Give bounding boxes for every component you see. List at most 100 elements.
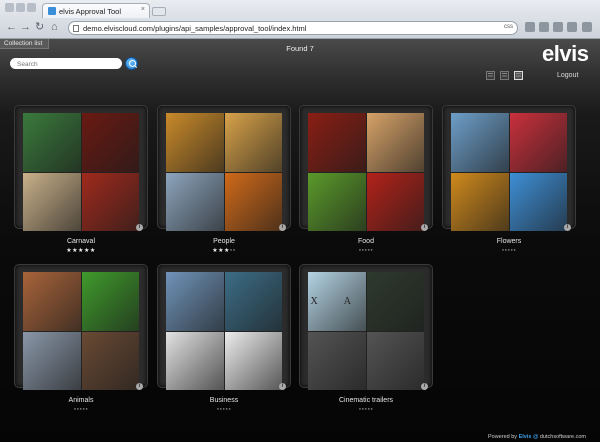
thumbnail-image bbox=[23, 272, 81, 331]
tab-title: elvis Approval Tool bbox=[59, 7, 121, 16]
back-button[interactable]: ← bbox=[6, 21, 17, 33]
collection-card[interactable]: i bbox=[157, 105, 291, 231]
thumbnail-mosaic bbox=[166, 272, 282, 390]
thumbnail-image bbox=[23, 172, 81, 231]
thumbnail-image bbox=[166, 172, 224, 231]
rating-stars[interactable]: ●●●●● bbox=[442, 247, 576, 254]
star-filled-icon[interactable]: ★ bbox=[90, 248, 96, 254]
css-indicator: css bbox=[504, 24, 513, 30]
extension-icon[interactable] bbox=[553, 22, 563, 32]
tab-close-icon[interactable]: × bbox=[141, 6, 145, 13]
rating-stars[interactable]: ●●●●● bbox=[157, 406, 291, 413]
extension-icon[interactable] bbox=[539, 22, 549, 32]
collection-title[interactable]: People bbox=[157, 238, 291, 245]
collection-title[interactable]: Animals bbox=[14, 397, 148, 404]
thumbnail-image bbox=[81, 272, 139, 331]
window-zoom-control[interactable] bbox=[27, 3, 36, 12]
thumbnail-image bbox=[166, 331, 224, 390]
window-close-control[interactable] bbox=[5, 3, 14, 12]
thumbnail-mosaic bbox=[23, 272, 139, 390]
thumbnail-image bbox=[166, 113, 224, 172]
thumbnail-image bbox=[366, 113, 424, 172]
star-empty-icon[interactable]: ● bbox=[370, 406, 373, 411]
rating-stars[interactable]: ★★★●● bbox=[157, 247, 291, 254]
new-tab-button[interactable] bbox=[152, 7, 166, 16]
info-icon[interactable]: i bbox=[136, 224, 143, 231]
thumbnail-image bbox=[308, 113, 366, 172]
thumbnail-image bbox=[509, 172, 567, 231]
info-icon[interactable]: i bbox=[421, 224, 428, 231]
rating-stars[interactable]: ●●●●● bbox=[14, 406, 148, 413]
thumbnail-image bbox=[166, 272, 224, 331]
star-empty-icon[interactable]: ● bbox=[233, 247, 236, 252]
rating-stars[interactable]: ●●●●● bbox=[299, 406, 433, 413]
tab-favicon-icon bbox=[48, 7, 56, 15]
thumbnail-image bbox=[451, 113, 509, 172]
elvis-logo: elvis bbox=[542, 41, 589, 66]
info-icon[interactable]: i bbox=[279, 224, 286, 231]
thumbnail-image bbox=[366, 272, 424, 331]
star-empty-icon[interactable]: ● bbox=[370, 247, 373, 252]
collection-title[interactable]: Cinematic trailers bbox=[299, 397, 433, 404]
star-empty-icon[interactable]: ● bbox=[85, 406, 88, 411]
extension-icon[interactable] bbox=[525, 22, 535, 32]
thumbnail-image bbox=[308, 172, 366, 231]
rating-stars[interactable]: ★★★★★ bbox=[14, 247, 148, 254]
collection-card[interactable]: i bbox=[442, 105, 576, 231]
thumbnail-image: X A bbox=[308, 272, 366, 331]
info-icon[interactable]: i bbox=[279, 383, 286, 390]
thumbnail-image bbox=[366, 172, 424, 231]
collection-card[interactable]: i bbox=[14, 105, 148, 231]
search-button[interactable] bbox=[125, 57, 138, 70]
thumbnail-image bbox=[81, 113, 139, 172]
page-icon bbox=[73, 25, 79, 32]
found-count: Found 7 bbox=[286, 44, 314, 53]
info-icon[interactable]: i bbox=[136, 383, 143, 390]
thumbnail-image bbox=[224, 272, 282, 331]
browser-tab[interactable]: elvis Approval Tool × bbox=[42, 3, 150, 18]
thumbnail-mosaic: X A bbox=[308, 272, 424, 390]
thumbnail-mosaic bbox=[23, 113, 139, 231]
thumbnail-image bbox=[451, 172, 509, 231]
reload-button[interactable]: ↻ bbox=[35, 21, 44, 33]
approval-tool-app: Collection list Found 7 elvis Logout iCa… bbox=[0, 39, 600, 442]
thumbnail-image bbox=[23, 113, 81, 172]
thumbnail-image bbox=[366, 331, 424, 390]
collection-card[interactable]: X A i bbox=[299, 264, 433, 390]
thumbnail-mosaic bbox=[308, 113, 424, 231]
wrench-icon[interactable] bbox=[582, 22, 592, 32]
collection-title[interactable]: Food bbox=[299, 238, 433, 245]
logout-link[interactable]: Logout bbox=[557, 72, 578, 79]
extension-icon[interactable] bbox=[567, 22, 577, 32]
thumbnail-image bbox=[23, 331, 81, 390]
browser-chrome: elvis Approval Tool × ← → ↻ ⌂ demo.elvis… bbox=[0, 0, 600, 39]
info-icon[interactable]: i bbox=[421, 383, 428, 390]
url-text: demo.elviscloud.com/plugins/api_samples/… bbox=[83, 24, 307, 33]
thumbnail-image bbox=[81, 172, 139, 231]
thumbnail-image bbox=[81, 331, 139, 390]
collection-title[interactable]: Flowers bbox=[442, 238, 576, 245]
forward-button[interactable]: → bbox=[20, 21, 31, 33]
thumbnail-image bbox=[224, 331, 282, 390]
info-icon[interactable]: i bbox=[564, 224, 571, 231]
thumbnail-view-button[interactable] bbox=[514, 71, 523, 80]
footer-credit: Powered by Elvis @ dutchsoftware.com bbox=[488, 434, 587, 440]
collection-card[interactable]: i bbox=[299, 105, 433, 231]
collection-card[interactable]: i bbox=[157, 264, 291, 390]
thumbnail-image bbox=[509, 113, 567, 172]
star-empty-icon[interactable]: ● bbox=[513, 247, 516, 252]
compact-view-button[interactable] bbox=[500, 71, 509, 80]
search-input[interactable] bbox=[10, 58, 122, 69]
address-bar[interactable]: demo.elviscloud.com/plugins/api_samples/… bbox=[68, 21, 518, 35]
thumbnail-mosaic bbox=[166, 113, 282, 231]
home-button[interactable]: ⌂ bbox=[51, 21, 58, 33]
list-view-button[interactable] bbox=[486, 71, 495, 80]
collection-title[interactable]: Business bbox=[157, 397, 291, 404]
star-empty-icon[interactable]: ● bbox=[228, 406, 231, 411]
window-minimize-control[interactable] bbox=[16, 3, 25, 12]
rating-stars[interactable]: ●●●●● bbox=[299, 247, 433, 254]
collection-title[interactable]: Carnaval bbox=[14, 238, 148, 245]
thumbnail-image bbox=[308, 331, 366, 390]
thumbnail-image bbox=[224, 113, 282, 172]
collection-card[interactable]: i bbox=[14, 264, 148, 390]
